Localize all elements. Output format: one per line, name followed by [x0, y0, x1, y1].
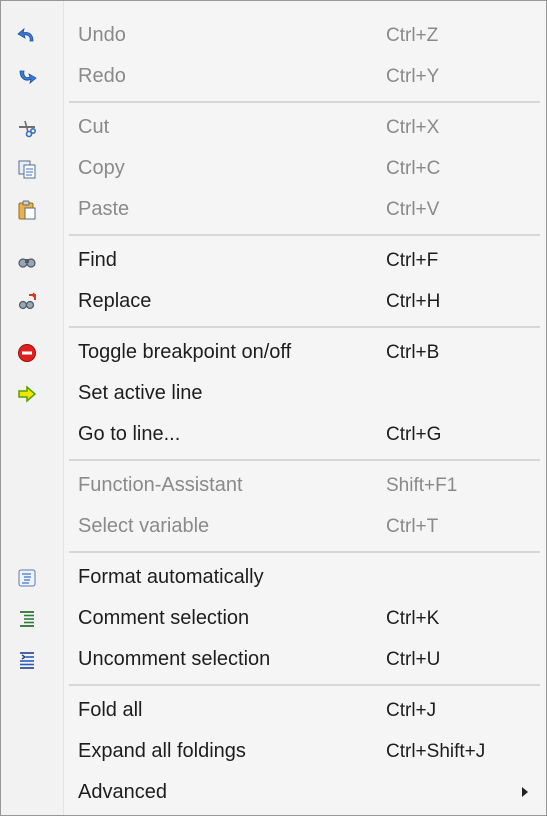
menu-item-label: Copy	[78, 157, 125, 179]
menu-item-replace[interactable]: Replace Ctrl+H	[1, 281, 546, 322]
menu-separator	[1, 97, 546, 107]
menu-item-select-variable[interactable]: Select variable Ctrl+T	[1, 506, 546, 547]
copy-icon	[17, 159, 37, 179]
menu-item-label: Go to line...	[78, 423, 181, 445]
menu-item-copy[interactable]: Copy Ctrl+C	[1, 148, 546, 189]
menu-item-label: Replace	[78, 290, 152, 312]
breakpoint-icon	[17, 343, 37, 363]
menu-item-set-active-line[interactable]: Set active line	[1, 373, 546, 414]
menu-item-comment-selection[interactable]: Comment selection Ctrl+K	[1, 598, 546, 639]
undo-icon	[17, 26, 37, 46]
menu-item-shortcut: Ctrl+Z	[386, 25, 439, 46]
menu-item-label: Expand all foldings	[78, 740, 246, 762]
menu-separator	[1, 680, 546, 690]
menu-item-label: Cut	[78, 116, 110, 138]
menu-item-shortcut: Ctrl+T	[386, 516, 439, 537]
menu-separator	[1, 455, 546, 465]
menu-separator	[1, 230, 546, 240]
menu-item-expand-all-foldings[interactable]: Expand all foldings Ctrl+Shift+J	[1, 731, 546, 772]
menu-item-label: Advanced	[78, 781, 167, 803]
menu-item-toggle-breakpoint[interactable]: Toggle breakpoint on/off Ctrl+B	[1, 332, 546, 373]
menu-item-find[interactable]: Find Ctrl+F	[1, 240, 546, 281]
menu-separator	[1, 322, 546, 332]
menu-item-shortcut: Ctrl+C	[386, 158, 441, 179]
menu-item-label: Undo	[78, 24, 126, 46]
menu-item-uncomment-selection[interactable]: Uncomment selection Ctrl+U	[1, 639, 546, 680]
menu-item-label: Fold all	[78, 699, 143, 721]
menu-item-label: Comment selection	[78, 607, 250, 629]
redo-icon	[17, 67, 37, 87]
menu-item-shortcut: Ctrl+B	[386, 342, 440, 363]
uncomment-icon	[17, 650, 37, 670]
submenu-arrow-icon	[522, 787, 528, 797]
menu-item-shortcut: Shift+F1	[386, 475, 458, 496]
menu-item-shortcut: Ctrl+Shift+J	[386, 741, 486, 762]
menu-item-paste[interactable]: Paste Ctrl+V	[1, 189, 546, 230]
menu-item-label: Find	[78, 249, 117, 271]
menu-item-label: Format automatically	[78, 566, 264, 588]
menu-item-shortcut: Ctrl+X	[386, 117, 440, 138]
menu-item-label: Redo	[78, 65, 126, 87]
menu-item-cut[interactable]: Cut Ctrl+X	[1, 107, 546, 148]
menu-item-fold-all[interactable]: Fold all Ctrl+J	[1, 690, 546, 731]
menu-item-label: Select variable	[78, 515, 210, 537]
menu-item-label: Uncomment selection	[78, 648, 271, 670]
comment-icon	[17, 609, 37, 629]
menu-item-label: Paste	[78, 198, 130, 220]
menu-item-go-to-line[interactable]: Go to line... Ctrl+G	[1, 414, 546, 455]
arrow-right-icon	[17, 384, 37, 404]
menu-item-function-assistant[interactable]: Function-Assistant Shift+F1	[1, 465, 546, 506]
menu-item-shortcut: Ctrl+J	[386, 700, 437, 721]
menu-item-format-automatically[interactable]: Format automatically	[1, 557, 546, 598]
menu-item-shortcut: Ctrl+H	[386, 291, 441, 312]
menu-item-shortcut: Ctrl+V	[386, 199, 440, 220]
paste-icon	[17, 200, 37, 220]
menu-item-shortcut: Ctrl+K	[386, 608, 440, 629]
menu-item-advanced[interactable]: Advanced	[1, 772, 546, 813]
format-icon	[17, 568, 37, 588]
binoculars-icon	[17, 251, 37, 271]
menu-item-label: Function-Assistant	[78, 474, 243, 496]
menu-item-label: Set active line	[78, 382, 203, 404]
menu-item-shortcut: Ctrl+G	[386, 424, 442, 445]
menu-item-label: Toggle breakpoint on/off	[78, 341, 292, 363]
menu-item-shortcut: Ctrl+F	[386, 250, 439, 271]
menu-items: Undo Ctrl+Z Redo Ctrl+Y Cut Ctrl+X Copy …	[1, 15, 546, 813]
menu-separator	[1, 547, 546, 557]
replace-icon	[17, 292, 37, 312]
context-menu: Undo Ctrl+Z Redo Ctrl+Y Cut Ctrl+X Copy …	[0, 0, 547, 816]
menu-item-undo[interactable]: Undo Ctrl+Z	[1, 15, 546, 56]
menu-item-shortcut: Ctrl+U	[386, 649, 441, 670]
menu-item-redo[interactable]: Redo Ctrl+Y	[1, 56, 546, 97]
menu-item-shortcut: Ctrl+Y	[386, 66, 440, 87]
scissors-icon	[17, 118, 37, 138]
